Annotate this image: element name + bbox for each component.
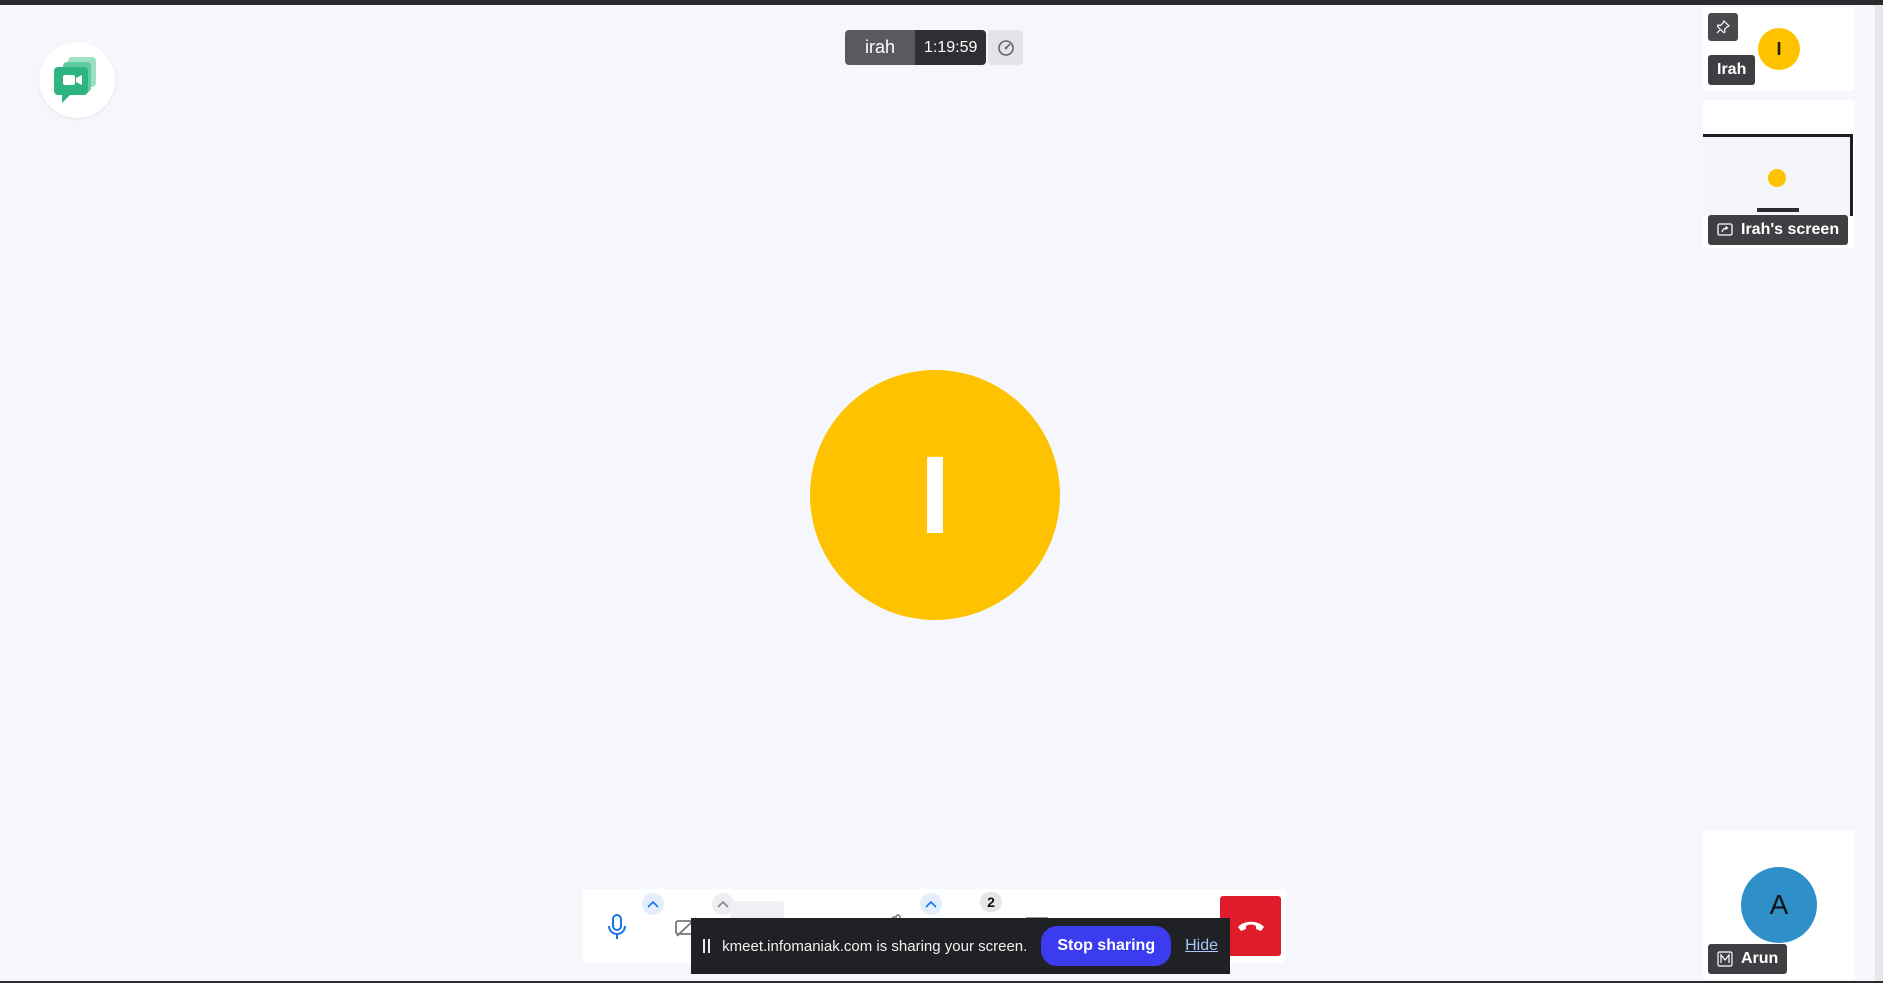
kmeet-logo-icon xyxy=(54,57,96,103)
screen-share-icon xyxy=(1717,223,1733,236)
stop-sharing-button[interactable]: Stop sharing xyxy=(1041,926,1172,966)
thumbnail-toolbar xyxy=(1757,208,1799,212)
chevron-up-icon xyxy=(925,900,937,908)
screen-share-thumbnail xyxy=(1703,134,1853,216)
participant-avatar: I xyxy=(1758,28,1800,70)
chevron-up-icon xyxy=(647,900,659,908)
pin-button[interactable] xyxy=(1708,13,1738,41)
main-speaker-initial: I xyxy=(919,433,951,557)
thumbnail-avatar xyxy=(1768,169,1786,187)
reactions-options-button[interactable] xyxy=(920,893,942,915)
scrollbar-track[interactable] xyxy=(1875,5,1883,983)
gauge-icon xyxy=(997,39,1014,56)
chevron-up-icon xyxy=(717,900,729,908)
pin-icon xyxy=(1716,20,1730,34)
main-speaker-avatar: I xyxy=(810,370,1060,620)
participant-tile-irah[interactable]: I Irah xyxy=(1703,7,1855,91)
hide-notification-link[interactable]: Hide xyxy=(1185,937,1218,955)
screen-share-name-tag: Irah's screen xyxy=(1708,215,1849,245)
screen-share-name: Irah's screen xyxy=(1741,221,1840,238)
drag-handle-icon[interactable] xyxy=(703,939,710,953)
meeting-timer: 1:19:59 xyxy=(915,30,987,65)
participant-avatar: A xyxy=(1741,867,1817,943)
participant-name-tag: Arun xyxy=(1708,944,1788,974)
meeting-info-pill: irah 1:19:59 xyxy=(845,30,987,65)
participant-name: Arun xyxy=(1741,950,1779,967)
sharing-notice-text: kmeet.infomaniak.com is sharing your scr… xyxy=(722,937,1028,955)
hang-up-icon xyxy=(1237,921,1264,931)
participant-tile-arun[interactable]: A Arun xyxy=(1703,830,1855,980)
participants-count-badge: 2 xyxy=(980,892,1002,912)
connection-quality-button[interactable] xyxy=(988,30,1023,65)
microphone-icon xyxy=(608,914,626,939)
participant-tile-irah-screen[interactable]: Irah's screen xyxy=(1703,100,1855,248)
microphone-button[interactable] xyxy=(590,901,644,953)
moderator-icon xyxy=(1717,951,1733,967)
meeting-participant-name: irah xyxy=(845,30,916,65)
kmeet-logo xyxy=(39,42,115,118)
window-top-border xyxy=(0,0,1883,5)
screen-sharing-notification: kmeet.infomaniak.com is sharing your scr… xyxy=(691,918,1230,974)
participant-name-tag: Irah xyxy=(1708,55,1756,85)
participant-name: Irah xyxy=(1717,61,1747,78)
